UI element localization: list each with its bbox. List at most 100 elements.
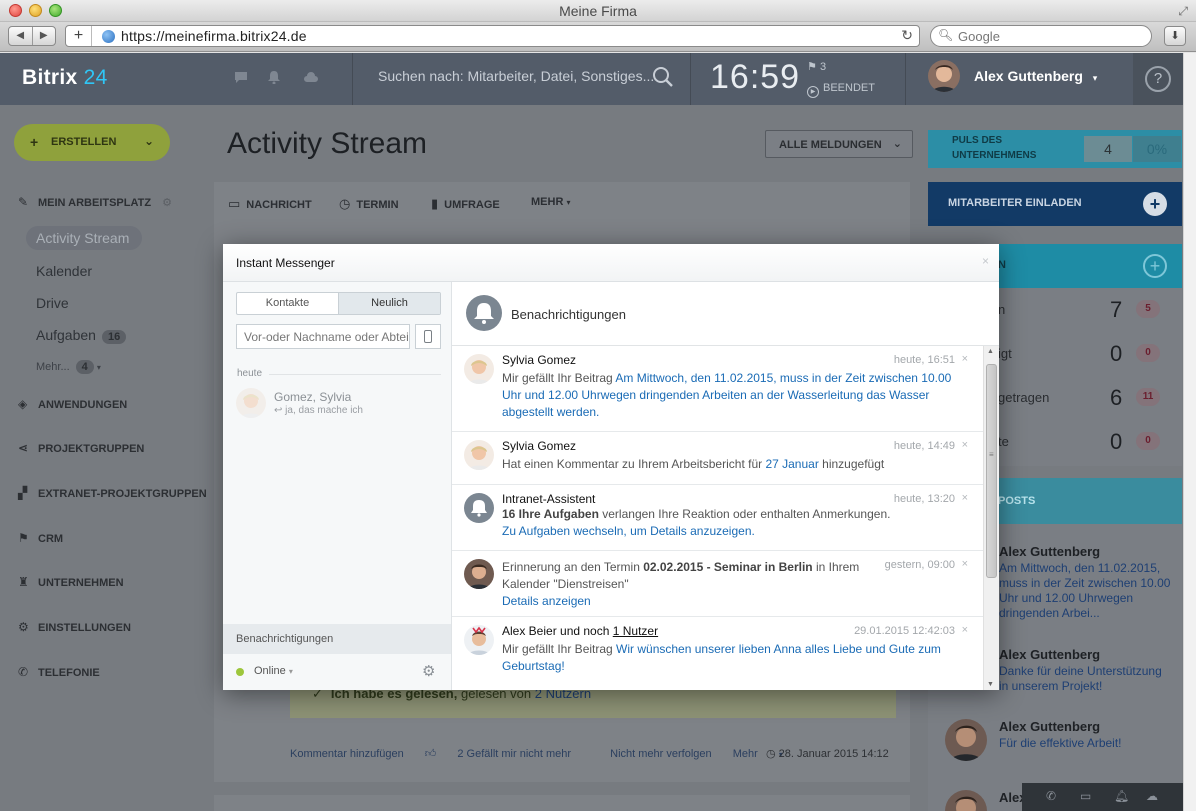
invite-employees-button[interactable]: MITARBEITER EINLADEN + <box>928 182 1182 226</box>
clock[interactable]: 16:59 <box>710 58 800 97</box>
downloads-icon[interactable]: ⬇ <box>1164 26 1186 46</box>
flag-count[interactable]: ⚑ 3 <box>807 60 826 73</box>
workday-status[interactable]: ▶ BEENDET <box>807 82 875 98</box>
sidebar-item-apps[interactable]: ◈ ANWENDUNGEN <box>18 397 127 411</box>
apps-label: ANWENDUNGEN <box>38 399 128 411</box>
add-comment-link[interactable]: Kommentar hinzufügen <box>290 748 404 760</box>
notification-users-link[interactable]: 1 Nutzer <box>613 624 658 638</box>
notification-item[interactable]: Intranet-Assistent heute, 13:20 × 16 Ihr… <box>452 485 983 551</box>
tab-more[interactable]: MEHR ▾ <box>531 196 570 208</box>
chat-icon[interactable]: ▭ <box>1080 789 1091 803</box>
add-bookmark-icon[interactable]: + <box>66 26 92 46</box>
browser-search-field[interactable]: 🔍︎ Google <box>930 25 1152 47</box>
more-label: Mehr... <box>36 361 70 373</box>
cloud-icon[interactable]: ☁ <box>1146 789 1158 803</box>
plus-icon[interactable]: + <box>1143 254 1167 278</box>
task-row-badge: 11 <box>1136 388 1160 406</box>
notification-author[interactable]: Sylvia Gomez <box>502 439 576 453</box>
notifications-scrollbar[interactable]: ▲ ≡ ▼ <box>983 346 999 690</box>
list-item[interactable]: Alex Guttenberg Für die effektive Arbeit… <box>928 719 1182 769</box>
sidebar-item-crm[interactable]: ⚑ CRM <box>18 531 63 545</box>
notification-item[interactable]: Alex Beier und noch 1 Nutzer 29.01.2015 … <box>452 617 983 690</box>
unfollow-link[interactable]: Nicht mehr verfolgen <box>610 748 712 760</box>
sidebar-item-calendar[interactable]: Kalender <box>36 263 92 279</box>
notification-item[interactable]: Sylvia Gomez heute, 14:49 × Hat einen Ko… <box>452 432 983 485</box>
notification-author[interactable]: Sylvia Gomez <box>502 353 576 367</box>
notification-time: 29.01.2015 12:42:03 <box>854 625 955 637</box>
sidebar-more[interactable]: Mehr... 4 ▾ <box>36 360 101 374</box>
create-button[interactable]: + ERSTELLEN ⌄ <box>14 124 170 161</box>
user-menu[interactable]: Alex Guttenberg ▾ <box>974 68 1097 84</box>
contact-search-input[interactable]: Vor-oder Nachname oder Abteilung <box>236 324 410 349</box>
gear-icon[interactable]: ⚙ <box>162 197 172 209</box>
filter-dropdown[interactable]: ALLE MELDUNGEN ⌄ <box>765 130 913 158</box>
sidebar-item-telephony[interactable]: ✆ TELEFONIE <box>18 665 100 679</box>
notification-time: heute, 14:49 <box>893 440 955 452</box>
company-pulse[interactable]: PULS DES UNTERNEHMENS 4 0% <box>928 130 1182 168</box>
reload-icon[interactable]: ↻ <box>901 27 913 44</box>
scroll-down-icon[interactable]: ▼ <box>987 681 994 688</box>
forward-icon[interactable]: ▶ <box>33 27 56 45</box>
close-icon[interactable]: × <box>962 492 968 504</box>
notification-item[interactable]: gestern, 09:00 × Erinnerung an den Termi… <box>452 551 983 617</box>
status-dropdown[interactable]: Online ▾ <box>254 665 293 677</box>
fullscreen-icon[interactable]: ⤢ <box>1178 4 1188 19</box>
notification-author-name[interactable]: Alex Beier und noch <box>502 624 609 638</box>
search-icon[interactable] <box>652 66 674 88</box>
help-button[interactable]: ? <box>1145 66 1171 92</box>
notifications-title: Benachrichtigungen <box>511 307 626 322</box>
notification-link[interactable]: 27 Januar <box>765 457 818 471</box>
notification-item[interactable]: Sylvia Gomez heute, 16:51 × Mir gefällt … <box>452 346 983 432</box>
avatar[interactable] <box>928 60 960 92</box>
clock-icon: ◷ <box>766 748 776 760</box>
nav-buttons: ◀ ▶ <box>8 26 56 46</box>
tab-poll[interactable]: ▮ UMFRAGE <box>431 196 500 212</box>
sidebar-item-tasks[interactable]: Aufgaben 16 <box>36 327 127 344</box>
close-icon[interactable]: × <box>982 254 989 268</box>
sidebar-item-workplace[interactable]: ✎ MEIN ARBEITSPLATZ ⚙ <box>18 195 172 209</box>
workday-status-label: BEENDET <box>823 82 875 94</box>
sidebar-item-drive[interactable]: Drive <box>36 295 69 311</box>
list-item[interactable]: Gomez, Sylvia ↩ ja, das mache ich <box>236 386 441 426</box>
notification-author[interactable]: Intranet-Assistent <box>502 492 595 506</box>
like-link[interactable]: 👍︎ 2 Gefällt mir nicht mehr <box>425 748 589 760</box>
scroll-thumb[interactable] <box>986 364 997 578</box>
grip-icon: ≡ <box>989 450 994 459</box>
bell-icon[interactable]: 🔔︎ <box>1114 789 1129 803</box>
url-text[interactable]: https://meinefirma.bitrix24.de <box>121 28 307 44</box>
logo[interactable]: Bitrix 24 <box>22 66 108 90</box>
sidebar-item-extranet[interactable]: ▞ EXTRANET-PROJEKTGRUPPEN <box>18 486 207 500</box>
notifications-tab[interactable]: Benachrichtigungen <box>223 624 451 654</box>
sidebar-item-settings[interactable]: ⚙ EINSTELLUNGEN <box>18 620 131 634</box>
address-bar[interactable]: + https://meinefirma.bitrix24.de ↻ <box>65 25 920 47</box>
close-icon[interactable]: × <box>962 353 968 365</box>
close-icon[interactable]: × <box>962 558 968 570</box>
tab-contacts[interactable]: Kontakte <box>237 293 338 314</box>
phone-icon[interactable] <box>415 324 441 349</box>
gear-icon: ⚙ <box>18 620 29 634</box>
header-search-input[interactable]: Suchen nach: Mitarbeiter, Datei, Sonstig… <box>378 68 654 84</box>
tab-message[interactable]: ▭ NACHRICHT <box>228 196 312 212</box>
page-scrollbar[interactable] <box>1183 53 1196 811</box>
cloud-icon[interactable] <box>303 70 319 86</box>
notification-link[interactable]: Zu Aufgaben wechseln, um Details anzuzei… <box>502 524 755 538</box>
gear-icon[interactable]: ⚙ <box>422 662 435 680</box>
sidebar-item-company[interactable]: ♜ UNTERNEHMEN <box>18 575 124 589</box>
post-text[interactable]: Danke für deine Unterstützung in unserem… <box>999 664 1173 694</box>
post-text[interactable]: Für die effektive Arbeit! <box>999 736 1173 751</box>
back-icon[interactable]: ◀ <box>9 27 33 45</box>
notification-link[interactable]: Details anzeigen <box>502 594 591 608</box>
bell-icon[interactable] <box>266 70 282 86</box>
apps-icon: ◈ <box>18 397 28 411</box>
phone-icon[interactable]: ✆ <box>1046 789 1056 803</box>
close-icon[interactable]: × <box>962 439 968 451</box>
avatar <box>945 790 987 811</box>
close-icon[interactable]: × <box>962 624 968 636</box>
sidebar-item-activity-stream[interactable]: Activity Stream <box>26 226 142 250</box>
tab-recent[interactable]: Neulich <box>338 293 440 314</box>
sidebar-item-projects[interactable]: ⋖ PROJEKTGRUPPEN <box>18 441 144 455</box>
chat-icon[interactable] <box>233 70 249 86</box>
post-text[interactable]: Am Mittwoch, den 11.02.2015, muss in der… <box>999 561 1173 621</box>
tab-event[interactable]: ◷ TERMIN <box>339 196 399 212</box>
scroll-up-icon[interactable]: ▲ <box>987 348 994 355</box>
